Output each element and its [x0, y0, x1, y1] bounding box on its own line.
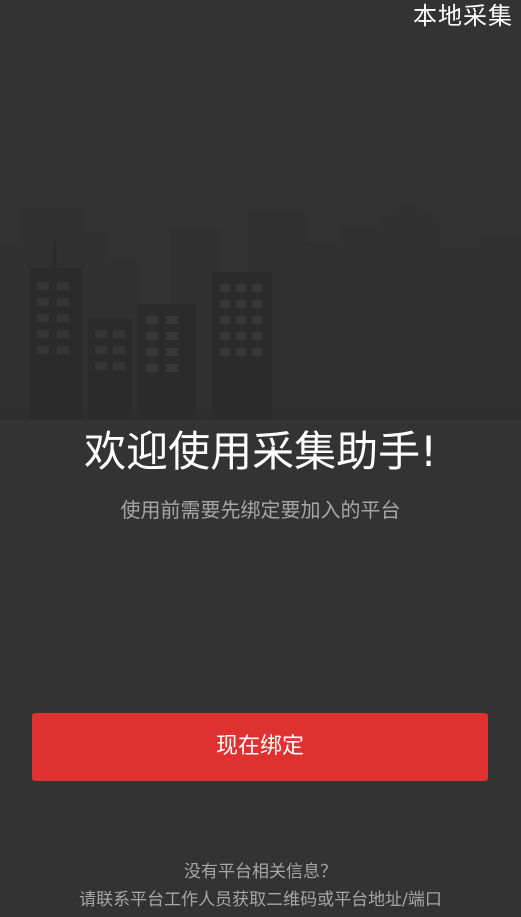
bind-now-button[interactable]: 现在绑定	[32, 713, 488, 781]
welcome-title: 欢迎使用采集助手!	[84, 427, 437, 476]
local-collect-button[interactable]: 本地采集	[413, 0, 513, 32]
city-skyline-illustration	[0, 202, 521, 420]
welcome-subtitle: 使用前需要先绑定要加入的平台	[120, 498, 401, 522]
contact-staff-hint: 请联系平台工作人员获取二维码或平台地址/端口	[79, 890, 442, 910]
no-platform-info-question: 没有平台相关信息？	[184, 862, 337, 882]
